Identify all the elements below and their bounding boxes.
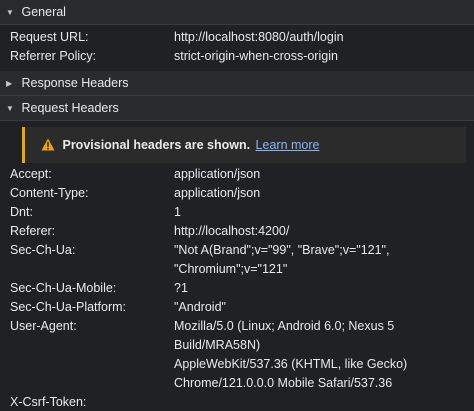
row-value: application/json (174, 167, 261, 181)
headers-panel: ▼ General Request URL: http://localhost:… (0, 0, 474, 411)
triangle-right-icon: ▶ (6, 78, 13, 88)
header-row-dnt: Dnt: 1 (0, 203, 474, 222)
header-row-referer: Referer: http://localhost:4200/ (0, 222, 474, 241)
section-title-general: General (21, 5, 66, 19)
row-key: Content-Type: (10, 186, 89, 200)
row-key: Accept: (10, 167, 52, 181)
row-key: X-Csrf-Token: (10, 395, 87, 409)
warning-icon (41, 138, 55, 151)
provisional-headers-notice: Provisional headers are shown. Learn mor… (22, 127, 466, 163)
section-header-general[interactable]: ▼ General (0, 0, 474, 25)
row-key: Referer: (10, 224, 56, 238)
section-title-response-headers: Response Headers (21, 76, 129, 90)
row-value: "Android" (174, 300, 226, 314)
row-key: Referrer Policy: (10, 49, 97, 63)
row-key: Sec-Ch-Ua-Platform: (10, 300, 126, 314)
general-rows: Request URL: http://localhost:8080/auth/… (0, 25, 474, 71)
row-value: strict-origin-when-cross-origin (174, 49, 338, 63)
header-row-sec-ch-ua-platform: Sec-Ch-Ua-Platform: "Android" (0, 298, 474, 317)
header-row-sec-ch-ua-mobile: Sec-Ch-Ua-Mobile: ?1 (0, 279, 474, 298)
row-value: Mozilla/5.0 (Linux; Android 6.0; Nexus 5… (174, 319, 408, 390)
row-value: ?1 (174, 281, 188, 295)
provisional-notice-wrap: Provisional headers are shown. Learn mor… (0, 121, 474, 163)
general-row-request-url: Request URL: http://localhost:8080/auth/… (0, 28, 474, 47)
header-row-sec-ch-ua: Sec-Ch-Ua: "Not A(Brand";v="99", "Brave"… (0, 241, 474, 279)
general-row-referrer-policy: Referrer Policy: strict-origin-when-cros… (0, 47, 474, 66)
request-header-rows: Accept: application/json Content-Type: a… (0, 163, 474, 411)
section-title-request-headers: Request Headers (21, 101, 119, 115)
row-key: Sec-Ch-Ua: (10, 243, 76, 257)
row-value: http://localhost:4200/ (174, 224, 290, 238)
row-key: Dnt: (10, 205, 33, 219)
row-value: 1 (174, 205, 181, 219)
triangle-down-icon: ▼ (6, 103, 14, 113)
row-key: Request URL: (10, 30, 89, 44)
header-row-x-csrf-token: X-Csrf-Token: (0, 393, 474, 411)
row-value: "Not A(Brand";v="99", "Brave";v="121", "… (174, 243, 390, 276)
row-key: User-Agent: (10, 319, 77, 333)
learn-more-link[interactable]: Learn more (256, 138, 320, 152)
header-row-content-type: Content-Type: application/json (0, 184, 474, 203)
section-header-response-headers[interactable]: ▶ Response Headers (0, 71, 474, 96)
header-row-accept: Accept: application/json (0, 165, 474, 184)
row-value: http://localhost:8080/auth/login (174, 30, 344, 44)
header-row-user-agent: User-Agent: Mozilla/5.0 (Linux; Android … (0, 317, 474, 393)
row-key: Sec-Ch-Ua-Mobile: (10, 281, 117, 295)
section-header-request-headers[interactable]: ▼ Request Headers (0, 96, 474, 121)
row-value: application/json (174, 186, 261, 200)
notice-text: Provisional headers are shown. (62, 138, 251, 152)
triangle-down-icon: ▼ (6, 7, 14, 17)
